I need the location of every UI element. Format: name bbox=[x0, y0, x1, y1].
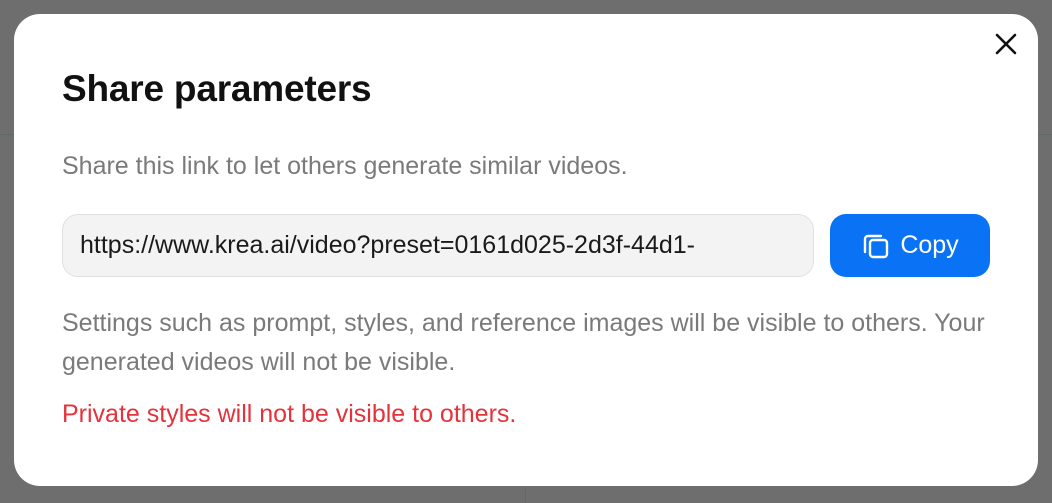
background-divider bbox=[0, 134, 14, 135]
private-styles-warning: Private styles will not be visible to ot… bbox=[62, 400, 517, 428]
share-link-field[interactable] bbox=[62, 214, 814, 277]
visibility-info-text: Settings such as prompt, styles, and ref… bbox=[62, 309, 985, 376]
close-button[interactable] bbox=[992, 32, 1020, 60]
copy-icon bbox=[861, 231, 891, 261]
share-link-input[interactable] bbox=[63, 215, 813, 276]
copy-button[interactable]: Copy bbox=[830, 214, 990, 277]
close-icon bbox=[995, 33, 1017, 60]
copy-button-label: Copy bbox=[900, 231, 959, 259]
dialog-description: Share this link to let others generate s… bbox=[62, 152, 628, 180]
background-divider bbox=[1038, 134, 1052, 135]
background-divider bbox=[525, 486, 526, 503]
dialog-title: Share parameters bbox=[62, 68, 372, 109]
share-parameters-dialog: Share parameters Share this link to let … bbox=[14, 14, 1038, 486]
